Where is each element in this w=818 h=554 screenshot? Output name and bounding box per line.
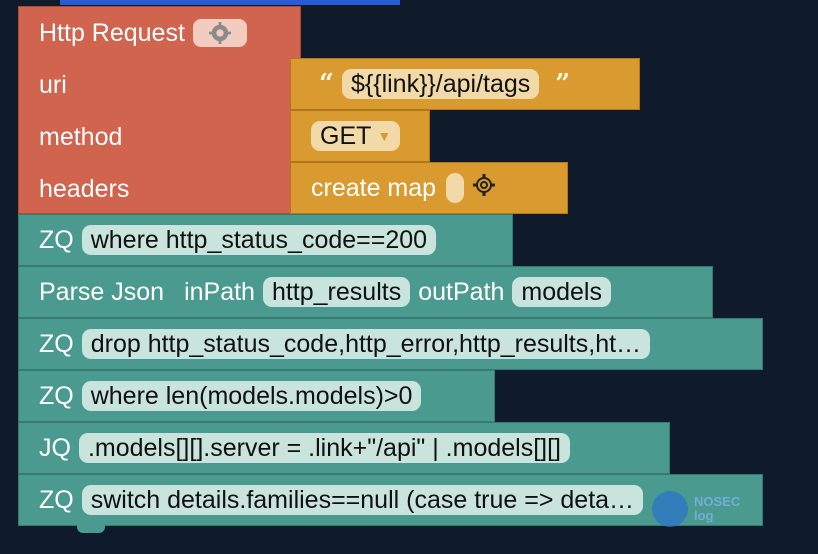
create-map-block[interactable]: create map — [290, 162, 568, 214]
http-request-title-row: Http Request — [39, 7, 247, 59]
block-label: JQ — [39, 433, 71, 462]
watermark-circle-icon — [652, 491, 688, 527]
block-label: ZQ — [39, 381, 74, 410]
inpath-label: inPath — [184, 277, 255, 306]
watermark-line2: log — [694, 508, 714, 523]
close-quote-icon: ” — [555, 69, 571, 99]
zq-drop-block[interactable]: ZQ drop http_status_code,http_error,http… — [18, 318, 763, 370]
outpath-label: outPath — [418, 277, 505, 306]
zq-where-len-block[interactable]: ZQ where len(models.models)>0 — [18, 370, 495, 422]
chevron-down-icon: ▼ — [377, 128, 392, 144]
create-map-label: create map — [311, 173, 437, 202]
jq-block[interactable]: JQ .models[][].server = .link+"/api" | .… — [18, 422, 670, 474]
gear-icon[interactable] — [192, 19, 247, 47]
http-request-block[interactable]: Http Request uri method headers — [18, 6, 301, 214]
zq-query-field[interactable]: switch details.families==null (case true… — [81, 485, 644, 515]
block-bottom-notch — [77, 525, 105, 533]
uri-field[interactable]: ${{link}}/api/tags — [341, 69, 540, 99]
create-map-slot[interactable] — [446, 173, 465, 203]
inpath-field[interactable]: http_results — [262, 277, 411, 307]
zq-query-field[interactable]: drop http_status_code,http_error,http_re… — [81, 329, 651, 359]
jq-query-field[interactable]: .models[][].server = .link+"/api" | .mod… — [78, 433, 570, 463]
method-value: GET — [320, 121, 372, 150]
block-label: ZQ — [39, 485, 74, 514]
zq-query-field[interactable]: where http_status_code==200 — [81, 225, 437, 255]
watermark-line1: NOSEC — [694, 494, 741, 509]
method-dropdown-block[interactable]: GET ▼ — [290, 110, 430, 162]
gear-icon[interactable] — [472, 173, 496, 204]
block-label: ZQ — [39, 329, 74, 358]
previous-block-edge — [60, 0, 400, 5]
parse-json-block[interactable]: Parse Json inPath http_results outPath m… — [18, 266, 713, 318]
block-label: Parse Json — [39, 277, 165, 306]
zq-where-status-block[interactable]: ZQ where http_status_code==200 — [18, 214, 513, 266]
block-label: ZQ — [39, 225, 74, 254]
method-dropdown[interactable]: GET ▼ — [311, 121, 401, 151]
zq-query-field[interactable]: where len(models.models)>0 — [81, 381, 422, 411]
method-label: method — [39, 122, 123, 151]
uri-text-block[interactable]: “ ${{link}}/api/tags ” — [290, 58, 640, 110]
open-quote-icon: “ — [319, 69, 334, 99]
headers-label: headers — [39, 174, 130, 203]
uri-label: uri — [39, 70, 67, 99]
outpath-field[interactable]: models — [512, 277, 611, 307]
http-request-title: Http Request — [39, 18, 185, 47]
watermark-logo: NOSEC log — [652, 485, 762, 533]
